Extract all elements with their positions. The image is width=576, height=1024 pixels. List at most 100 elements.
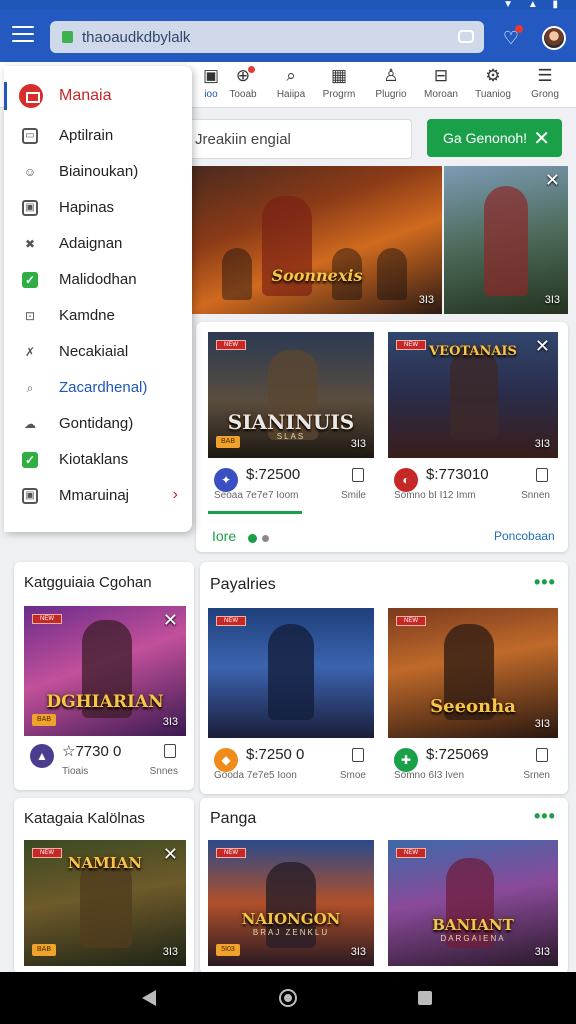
hero-banner[interactable]: Soonnexis 3I3	[192, 166, 442, 314]
tab-3[interactable]: ⌕ Haiipa	[266, 66, 316, 106]
drawer-item-label: Aptilrain	[59, 127, 114, 144]
more-options-icon[interactable]: •••	[534, 806, 556, 827]
featured-card-1-title: SIANINUIS	[227, 410, 355, 434]
notification-icon[interactable]: ♡	[500, 25, 523, 49]
browser-toolbar: thaoaudkdbylalk ♡	[0, 10, 576, 62]
section-1-card-1-info[interactable]: ◆ $:7250 0 Gooda 7e7e5 Ioon Smoe	[208, 740, 374, 792]
tab-5[interactable]: ♙ Plugrio	[366, 66, 416, 106]
new-tag: NEW	[216, 616, 246, 626]
featured-card-2-title: VEOTANAIS	[429, 344, 517, 359]
drawer-item-label: Malidodhan	[59, 271, 137, 288]
featured-card-1-rating: 3I3	[350, 438, 366, 450]
section-2-card-1-badge: 5I03	[216, 944, 240, 956]
featured-card-1-price: $:72500	[246, 466, 301, 483]
search-button[interactable]: Ga Genonoh! ✕	[427, 119, 562, 157]
hero-banner-secondary[interactable]: ✕ 3I3	[444, 166, 568, 314]
drawer-item-11[interactable]: ▣ Mmaruinaj ›	[4, 478, 192, 514]
section-2-card-1-art[interactable]: NEW NAIONGON BRAJ ZENKLU 5I03 3I3	[208, 840, 374, 966]
close-icon[interactable]: ✕	[163, 610, 178, 631]
bookmark-icon[interactable]	[536, 468, 548, 482]
category-card-1-title: DGHIARIAN	[46, 692, 164, 712]
monitor-icon: ▭	[22, 128, 38, 144]
section-1-card-1-art[interactable]: NEW	[208, 608, 374, 738]
category-card-1-price: ☆7730 0	[62, 743, 122, 760]
new-tag: NEW	[216, 848, 246, 858]
recents-icon[interactable]	[418, 991, 432, 1005]
search-icon: ⌕	[286, 66, 296, 85]
category-card-1-info[interactable]: ▲ ☆7730 0 Tioais Snnes	[24, 736, 186, 788]
section-2-title: Panga	[210, 810, 257, 827]
search-icon: ⌕	[26, 381, 34, 395]
drawer-item-8[interactable]: ⌕ Zacardhenal)	[4, 370, 192, 406]
section-1-card-2-art[interactable]: NEW Seeonha 3I3	[388, 608, 558, 738]
category-card-1-art[interactable]: NEW DGHIARIAN BAB 3I3 ✕	[24, 606, 186, 736]
tab-2[interactable]: ⊕ Tooab	[218, 66, 268, 106]
tabs-icon[interactable]	[458, 30, 474, 43]
tab-label: Grong	[531, 89, 559, 100]
user-icon: ☺	[23, 165, 37, 179]
category-card-1-meta: Tioais	[62, 766, 89, 777]
category-card-1-rating: 3I3	[162, 716, 178, 728]
category-card-1-icon: ▲	[30, 744, 54, 768]
drawer-item-label: Kiotaklans	[59, 451, 129, 468]
section-2-card-2-art[interactable]: NEW BANIANT DARGAIENA 3I3	[388, 840, 558, 966]
drawer-item-6[interactable]: ⊡ Kamdne	[4, 298, 192, 334]
search-button-label: Ga Genonoh!	[443, 130, 528, 146]
category-card-2-art[interactable]: NEW NAMIAN BAB 3I3 ✕	[24, 840, 186, 966]
drawer-item-label: Zacardhenal)	[59, 379, 148, 396]
banner-rating-2: 3I3	[544, 294, 560, 306]
section-1-card-2-info[interactable]: ✚ $:725069 Somno 6I3 Iven Srnen	[388, 740, 558, 792]
hamburger-menu-icon[interactable]	[12, 26, 34, 44]
status-bar: ▼ ▲ ▮	[0, 0, 576, 10]
drawer-item-1[interactable]: ▭ Aptilrain	[4, 118, 192, 154]
bookmark-icon[interactable]	[164, 744, 176, 758]
close-icon[interactable]: ✕	[163, 844, 178, 865]
close-icon[interactable]: ✕	[533, 126, 550, 151]
avatar[interactable]	[542, 26, 566, 50]
featured-card-1-save-label: Smile	[340, 490, 366, 501]
section-1-card-2-rating: 3I3	[534, 718, 550, 730]
window-icon: ⊟	[433, 66, 449, 85]
drawer-item-3[interactable]: ▣ Hapinas	[4, 190, 192, 226]
featured-card-2-icon: ◐	[394, 468, 418, 492]
tab-7[interactable]: ⚙ Tuaniog	[468, 66, 518, 106]
more-options-icon[interactable]: •••	[534, 572, 556, 593]
tools-icon: ✖	[24, 237, 36, 251]
close-icon[interactable]: ✕	[535, 336, 550, 357]
new-tag: NEW	[216, 340, 246, 350]
drawer-item-5[interactable]: ✓ Malidodhan	[4, 262, 192, 298]
tab-4[interactable]: ▦ Progrm	[314, 66, 364, 106]
featured-card-2-art[interactable]: NEW VEOTANAIS ✕ 3I3	[388, 332, 558, 458]
drawer-item-label: Hapinas	[59, 199, 115, 216]
featured-card-1-art[interactable]: NEW SIANINUIS SLAS BAB 3I3	[208, 332, 374, 458]
carousel-dots[interactable]	[248, 530, 274, 548]
featured-right-link[interactable]: Poncobaan	[494, 529, 555, 543]
section-2-card-1-subtitle: BRAJ ZENKLU	[252, 928, 330, 937]
status-icons: ▼ ▲ ▮	[503, 0, 564, 10]
url-bar[interactable]: thaoaudkdbylalk	[50, 21, 484, 53]
featured-more-link[interactable]: Iore	[212, 528, 236, 544]
back-icon[interactable]	[142, 990, 156, 1006]
drawer-header[interactable]: Manaia	[4, 74, 192, 118]
tab-label: Tuaniog	[475, 89, 511, 100]
featured-card-1-info[interactable]: ✦ $:72500 Seoaa 7e7e7 Ioom Smile	[208, 460, 374, 512]
home-icon[interactable]	[279, 989, 297, 1007]
drawer-item-7[interactable]: ✗ Necakiaial	[4, 334, 192, 370]
featured-card-2-info[interactable]: ◐ $:773010 Somno bI I12 Imm Snnen	[388, 460, 558, 512]
bookmark-icon[interactable]	[352, 468, 364, 482]
drawer-item-2[interactable]: ☺ Biainoukan)	[4, 154, 192, 190]
drawer-item-10[interactable]: ✓ Kiotaklans	[4, 442, 192, 478]
tab-6[interactable]: ⊟ Moroan	[416, 66, 466, 106]
drawer-item-4[interactable]: ✖ Adaignan	[4, 226, 192, 262]
featured-card-1-badge: BAB	[216, 436, 240, 448]
category-panel-1-title: Katgguiaia Cgohan	[24, 574, 152, 591]
drawer-item-label: Mmaruinaj	[59, 487, 130, 504]
bookmark-icon[interactable]	[352, 748, 364, 762]
url-text: thaoaudkdbylalk	[82, 29, 191, 46]
search-input[interactable]: Jreakiin engial	[186, 119, 412, 159]
banner-close-icon[interactable]: ✕	[545, 170, 560, 191]
bookmark-icon[interactable]	[536, 748, 548, 762]
drawer-item-9[interactable]: ☁ Gontidang)	[4, 406, 192, 442]
section-2-card-1-rating: 3I3	[350, 946, 366, 958]
tab-8[interactable]: ☰ Grong	[520, 66, 570, 106]
